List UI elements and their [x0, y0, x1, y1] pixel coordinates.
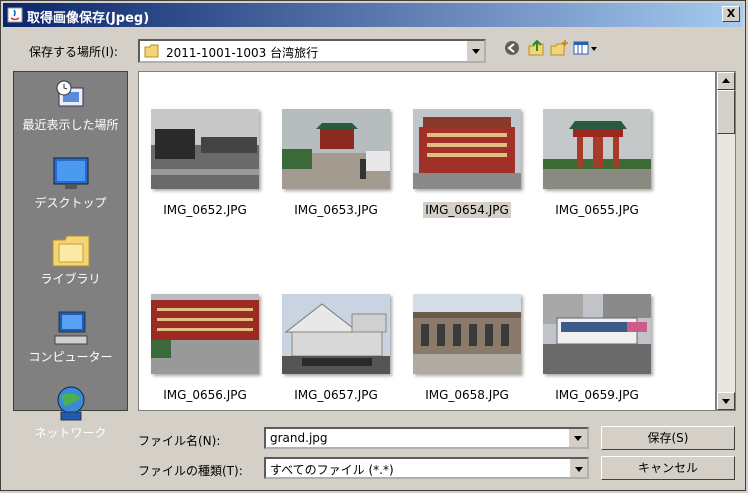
- file-list[interactable]: IMG_0652.JPG IMG_0653.JPG IMG_0654.JPG I…: [138, 71, 716, 411]
- new-folder-icon[interactable]: [550, 39, 568, 57]
- lookin-combo[interactable]: 2011-1001-1003 台湾旅行: [138, 39, 486, 63]
- java-icon: [7, 7, 23, 23]
- scroll-up-button[interactable]: [717, 72, 735, 90]
- file-tile[interactable]: IMG_0654.JPG: [413, 109, 521, 218]
- place-computer[interactable]: コンピューター: [14, 308, 127, 364]
- place-recent[interactable]: 最近表示した場所: [14, 76, 127, 132]
- file-name: IMG_0658.JPG: [425, 388, 509, 402]
- chevron-down-icon[interactable]: [569, 459, 587, 477]
- view-menu-icon[interactable]: [573, 39, 599, 57]
- chevron-down-icon[interactable]: [466, 41, 484, 61]
- save-button[interactable]: 保存(S): [601, 426, 735, 450]
- vertical-scrollbar[interactable]: [716, 71, 736, 411]
- filename-input[interactable]: grand.jpg: [264, 427, 589, 449]
- save-dialog: 取得画像保存(Jpeg) X 保存する場所(I): 2011-1001-1003…: [0, 0, 746, 491]
- thumbnail-image: [543, 294, 651, 374]
- title-bar[interactable]: 取得画像保存(Jpeg) X: [3, 3, 743, 27]
- chevron-down-icon[interactable]: [568, 429, 587, 447]
- file-tile[interactable]: IMG_0658.JPG: [413, 294, 521, 402]
- thumbnail-image: [151, 294, 259, 374]
- place-libraries[interactable]: ライブラリ: [14, 230, 127, 286]
- file-tile[interactable]: IMG_0653.JPG: [282, 109, 390, 217]
- file-tile[interactable]: IMG_0656.JPG: [151, 294, 259, 402]
- file-tile[interactable]: IMG_0657.JPG: [282, 294, 390, 402]
- place-network[interactable]: ネットワーク: [14, 384, 127, 440]
- file-name: IMG_0653.JPG: [294, 203, 378, 217]
- lookin-value: 2011-1001-1003 台湾旅行: [166, 46, 319, 60]
- file-name: IMG_0659.JPG: [555, 388, 639, 402]
- desktop-icon: [51, 154, 91, 194]
- thumbnail-image: [413, 294, 521, 374]
- recent-places-icon: [51, 76, 91, 116]
- back-icon[interactable]: [503, 39, 521, 57]
- file-name: IMG_0657.JPG: [294, 388, 378, 402]
- place-desktop[interactable]: デスクトップ: [14, 154, 127, 210]
- scroll-thumb[interactable]: [717, 90, 735, 134]
- scroll-down-button[interactable]: [717, 392, 735, 410]
- network-icon: [51, 384, 91, 424]
- thumbnail-image: [282, 109, 390, 189]
- lookin-label: 保存する場所(I):: [29, 45, 118, 59]
- chevron-up-icon: [722, 78, 730, 83]
- file-name: IMG_0654.JPG: [423, 202, 511, 218]
- thumbnail-image: [282, 294, 390, 374]
- places-bar: 最近表示した場所 デスクトップ ライブラリ コンピューター ネットワーク: [13, 71, 128, 440]
- library-icon: [51, 230, 91, 270]
- folder-icon: [144, 44, 159, 58]
- computer-icon: [51, 308, 91, 348]
- file-name: IMG_0652.JPG: [163, 203, 247, 217]
- cancel-button[interactable]: キャンセル: [601, 456, 735, 480]
- thumbnail-image: [543, 109, 651, 189]
- file-tile[interactable]: IMG_0655.JPG: [543, 109, 651, 217]
- chevron-down-icon: [722, 399, 730, 404]
- thumbnail-image: [151, 109, 259, 189]
- file-tile[interactable]: IMG_0659.JPG: [543, 294, 651, 402]
- filetype-label: ファイルの種類(T):: [138, 464, 243, 478]
- up-folder-icon[interactable]: [527, 39, 545, 57]
- filetype-combo[interactable]: すべてのファイル (*.*): [264, 457, 589, 479]
- file-name: IMG_0655.JPG: [555, 203, 639, 217]
- file-name: IMG_0656.JPG: [163, 388, 247, 402]
- file-tile[interactable]: IMG_0652.JPG: [151, 109, 259, 217]
- window-title: 取得画像保存(Jpeg): [27, 11, 150, 26]
- filename-label: ファイル名(N):: [138, 434, 221, 448]
- thumbnail-image: [413, 109, 521, 189]
- close-button[interactable]: X: [722, 6, 740, 22]
